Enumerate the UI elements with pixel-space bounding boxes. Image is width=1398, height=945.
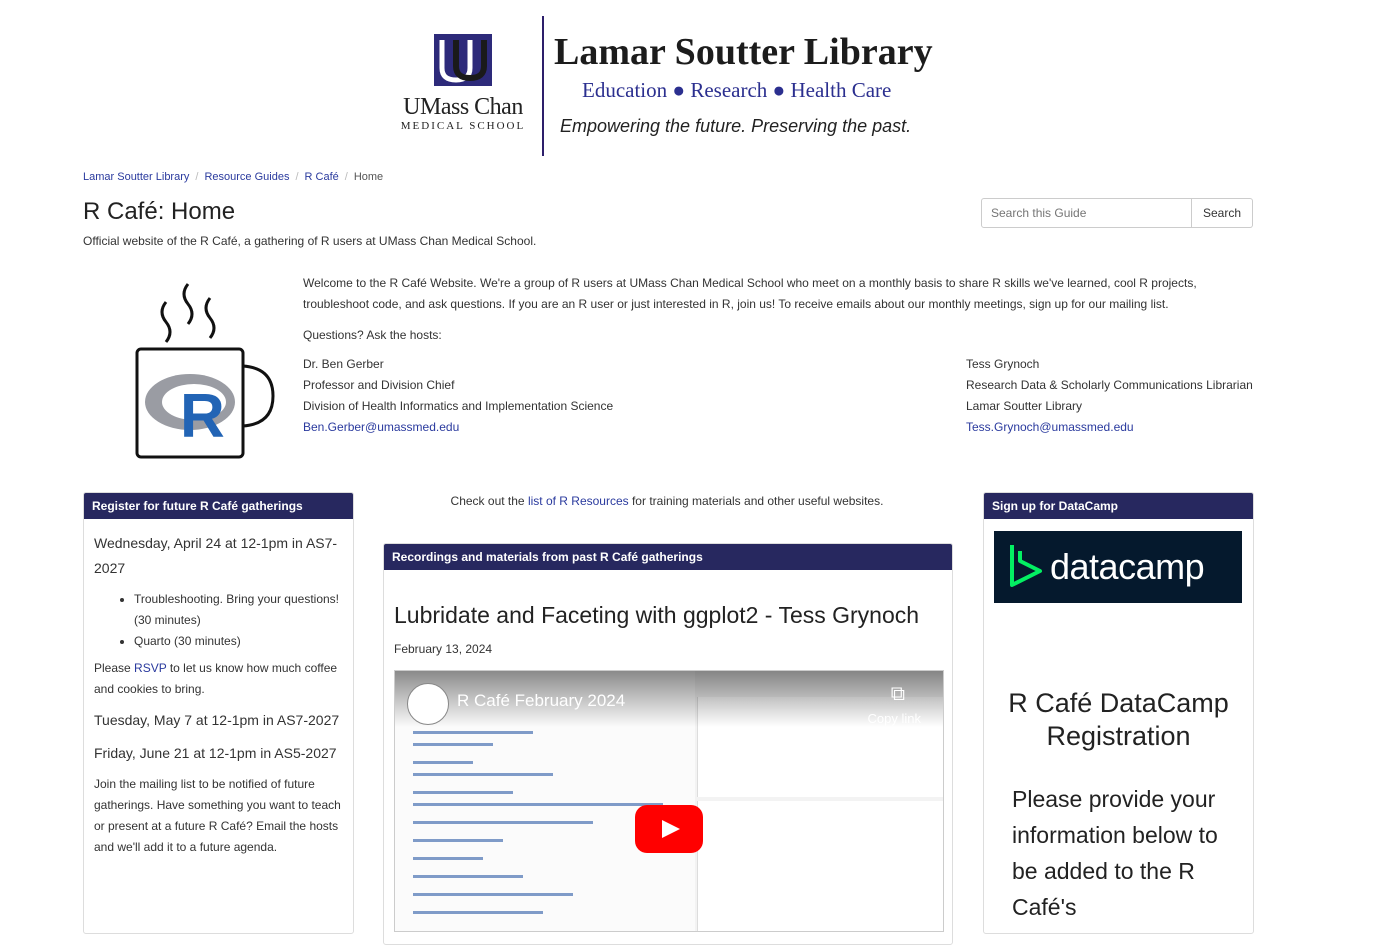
host-title: Research Data & Scholarly Communications…	[966, 378, 1253, 392]
event-june: Friday, June 21 at 12-1pm in AS5-2027	[94, 745, 337, 761]
registration-instructions: Please provide your information below to…	[1012, 786, 1218, 920]
host-card-grynoch: Tess Grynoch Research Data & Scholarly C…	[966, 354, 1253, 438]
library-banner[interactable]: UMass Chan MEDICAL SCHOOL Lamar Soutter …	[398, 14, 938, 160]
host-name: Tess Grynoch	[966, 357, 1040, 371]
post-date: February 13, 2024	[394, 642, 493, 656]
register-panel: Register for future R Café gatherings We…	[83, 492, 354, 934]
host-email-link[interactable]: Ben.Gerber@umassmed.edu	[303, 420, 459, 434]
event-may: Tuesday, May 7 at 12-1pm in AS7-2027	[94, 712, 340, 728]
host-card-gerber: Dr. Ben Gerber Professor and Division Ch…	[303, 354, 613, 438]
host-department: Lamar Soutter Library	[966, 399, 1083, 413]
host-name: Dr. Ben Gerber	[303, 357, 384, 371]
rsvp-link[interactable]: RSVP	[134, 661, 166, 675]
channel-avatar[interactable]	[407, 683, 449, 725]
page-title: R Café: Home	[83, 198, 236, 225]
host-email-link[interactable]: Tess.Grynoch@umassmed.edu	[966, 420, 1134, 434]
library-title: Lamar Soutter Library	[554, 31, 933, 73]
breadcrumb: Lamar Soutter Library / Resource Guides / R …	[83, 171, 383, 183]
event-april: Wednesday, April 24 at 12-1pm in AS7-202…	[94, 535, 338, 576]
breadcrumb-separator: /	[195, 171, 199, 183]
breadcrumb-library[interactable]: Lamar Soutter Library	[83, 171, 189, 183]
resources-note: Check out the list of R Resources for tr…	[450, 494, 884, 508]
post-title[interactable]: Lubridate and Faceting with ggplot2 - Te…	[394, 602, 919, 629]
guide-search: Search	[981, 198, 1253, 228]
panel-heading: Recordings and materials from past R Caf…	[384, 544, 952, 570]
event-april-agenda: Troubleshooting. Bring your questions! (…	[94, 589, 343, 652]
breadcrumb-current: Home	[353, 171, 384, 183]
welcome-text: Welcome to the R Café Website. We're a g…	[303, 276, 1197, 311]
video-embed[interactable]: R Café February 2024 ⧉ Copy link	[394, 670, 944, 932]
breadcrumb-separator: /	[344, 171, 348, 183]
banner-divider	[542, 16, 544, 156]
r-resources-link[interactable]: list of R Resources	[528, 494, 629, 508]
breadcrumb-separator: /	[295, 171, 299, 183]
datacamp-logo[interactable]: datacamp	[994, 531, 1242, 603]
library-tagline: Education ● Research ● Health Care	[582, 78, 892, 102]
library-motto: Empowering the future. Preserving the pa…	[560, 116, 912, 136]
play-button-icon[interactable]	[635, 805, 703, 853]
datacamp-mark-icon	[1010, 545, 1042, 587]
datacamp-wordmark: datacamp	[1050, 546, 1205, 587]
list-item: Quarto (30 minutes)	[134, 631, 343, 652]
intro-section: Welcome to the R Café Website. We're a g…	[303, 273, 1253, 356]
search-input[interactable]	[981, 198, 1192, 228]
panel-heading: Register for future R Café gatherings	[84, 493, 353, 519]
recordings-panel: Recordings and materials from past R Caf…	[383, 543, 953, 945]
umass-chan-logo	[434, 34, 492, 86]
copy-link-label[interactable]: Copy link	[868, 711, 921, 726]
registration-title: R Café DataCamp Registration	[1008, 688, 1229, 751]
copy-icon[interactable]: ⧉	[891, 683, 905, 706]
rsvp-text: Please RSVP to let us know how much coff…	[94, 661, 338, 696]
r-cafe-mug-logo: R	[130, 280, 280, 465]
page-description: Official website of the R Café, a gather…	[83, 234, 537, 248]
datacamp-panel: Sign up for DataCamp datacamp R Café Dat…	[983, 492, 1254, 934]
breadcrumb-resource-guides[interactable]: Resource Guides	[204, 171, 289, 183]
search-button[interactable]: Search	[1192, 198, 1253, 228]
host-department: Division of Health Informatics and Imple…	[303, 399, 614, 413]
questions-text: Questions? Ask the hosts:	[303, 328, 442, 342]
video-files-pane	[697, 801, 943, 931]
umass-chan-name: UMass Chan	[403, 94, 523, 120]
host-title: Professor and Division Chief	[303, 378, 455, 392]
list-item: Troubleshooting. Bring your questions! (…	[134, 589, 343, 631]
breadcrumb-r-cafe[interactable]: R Café	[305, 171, 339, 183]
video-title[interactable]: R Café February 2024	[457, 691, 625, 711]
svg-text:R: R	[180, 382, 225, 451]
mailing-list-text: Join the mailing list to be notified of …	[94, 777, 341, 854]
panel-heading: Sign up for DataCamp	[984, 493, 1253, 519]
medical-school-label: MEDICAL SCHOOL	[400, 120, 526, 132]
